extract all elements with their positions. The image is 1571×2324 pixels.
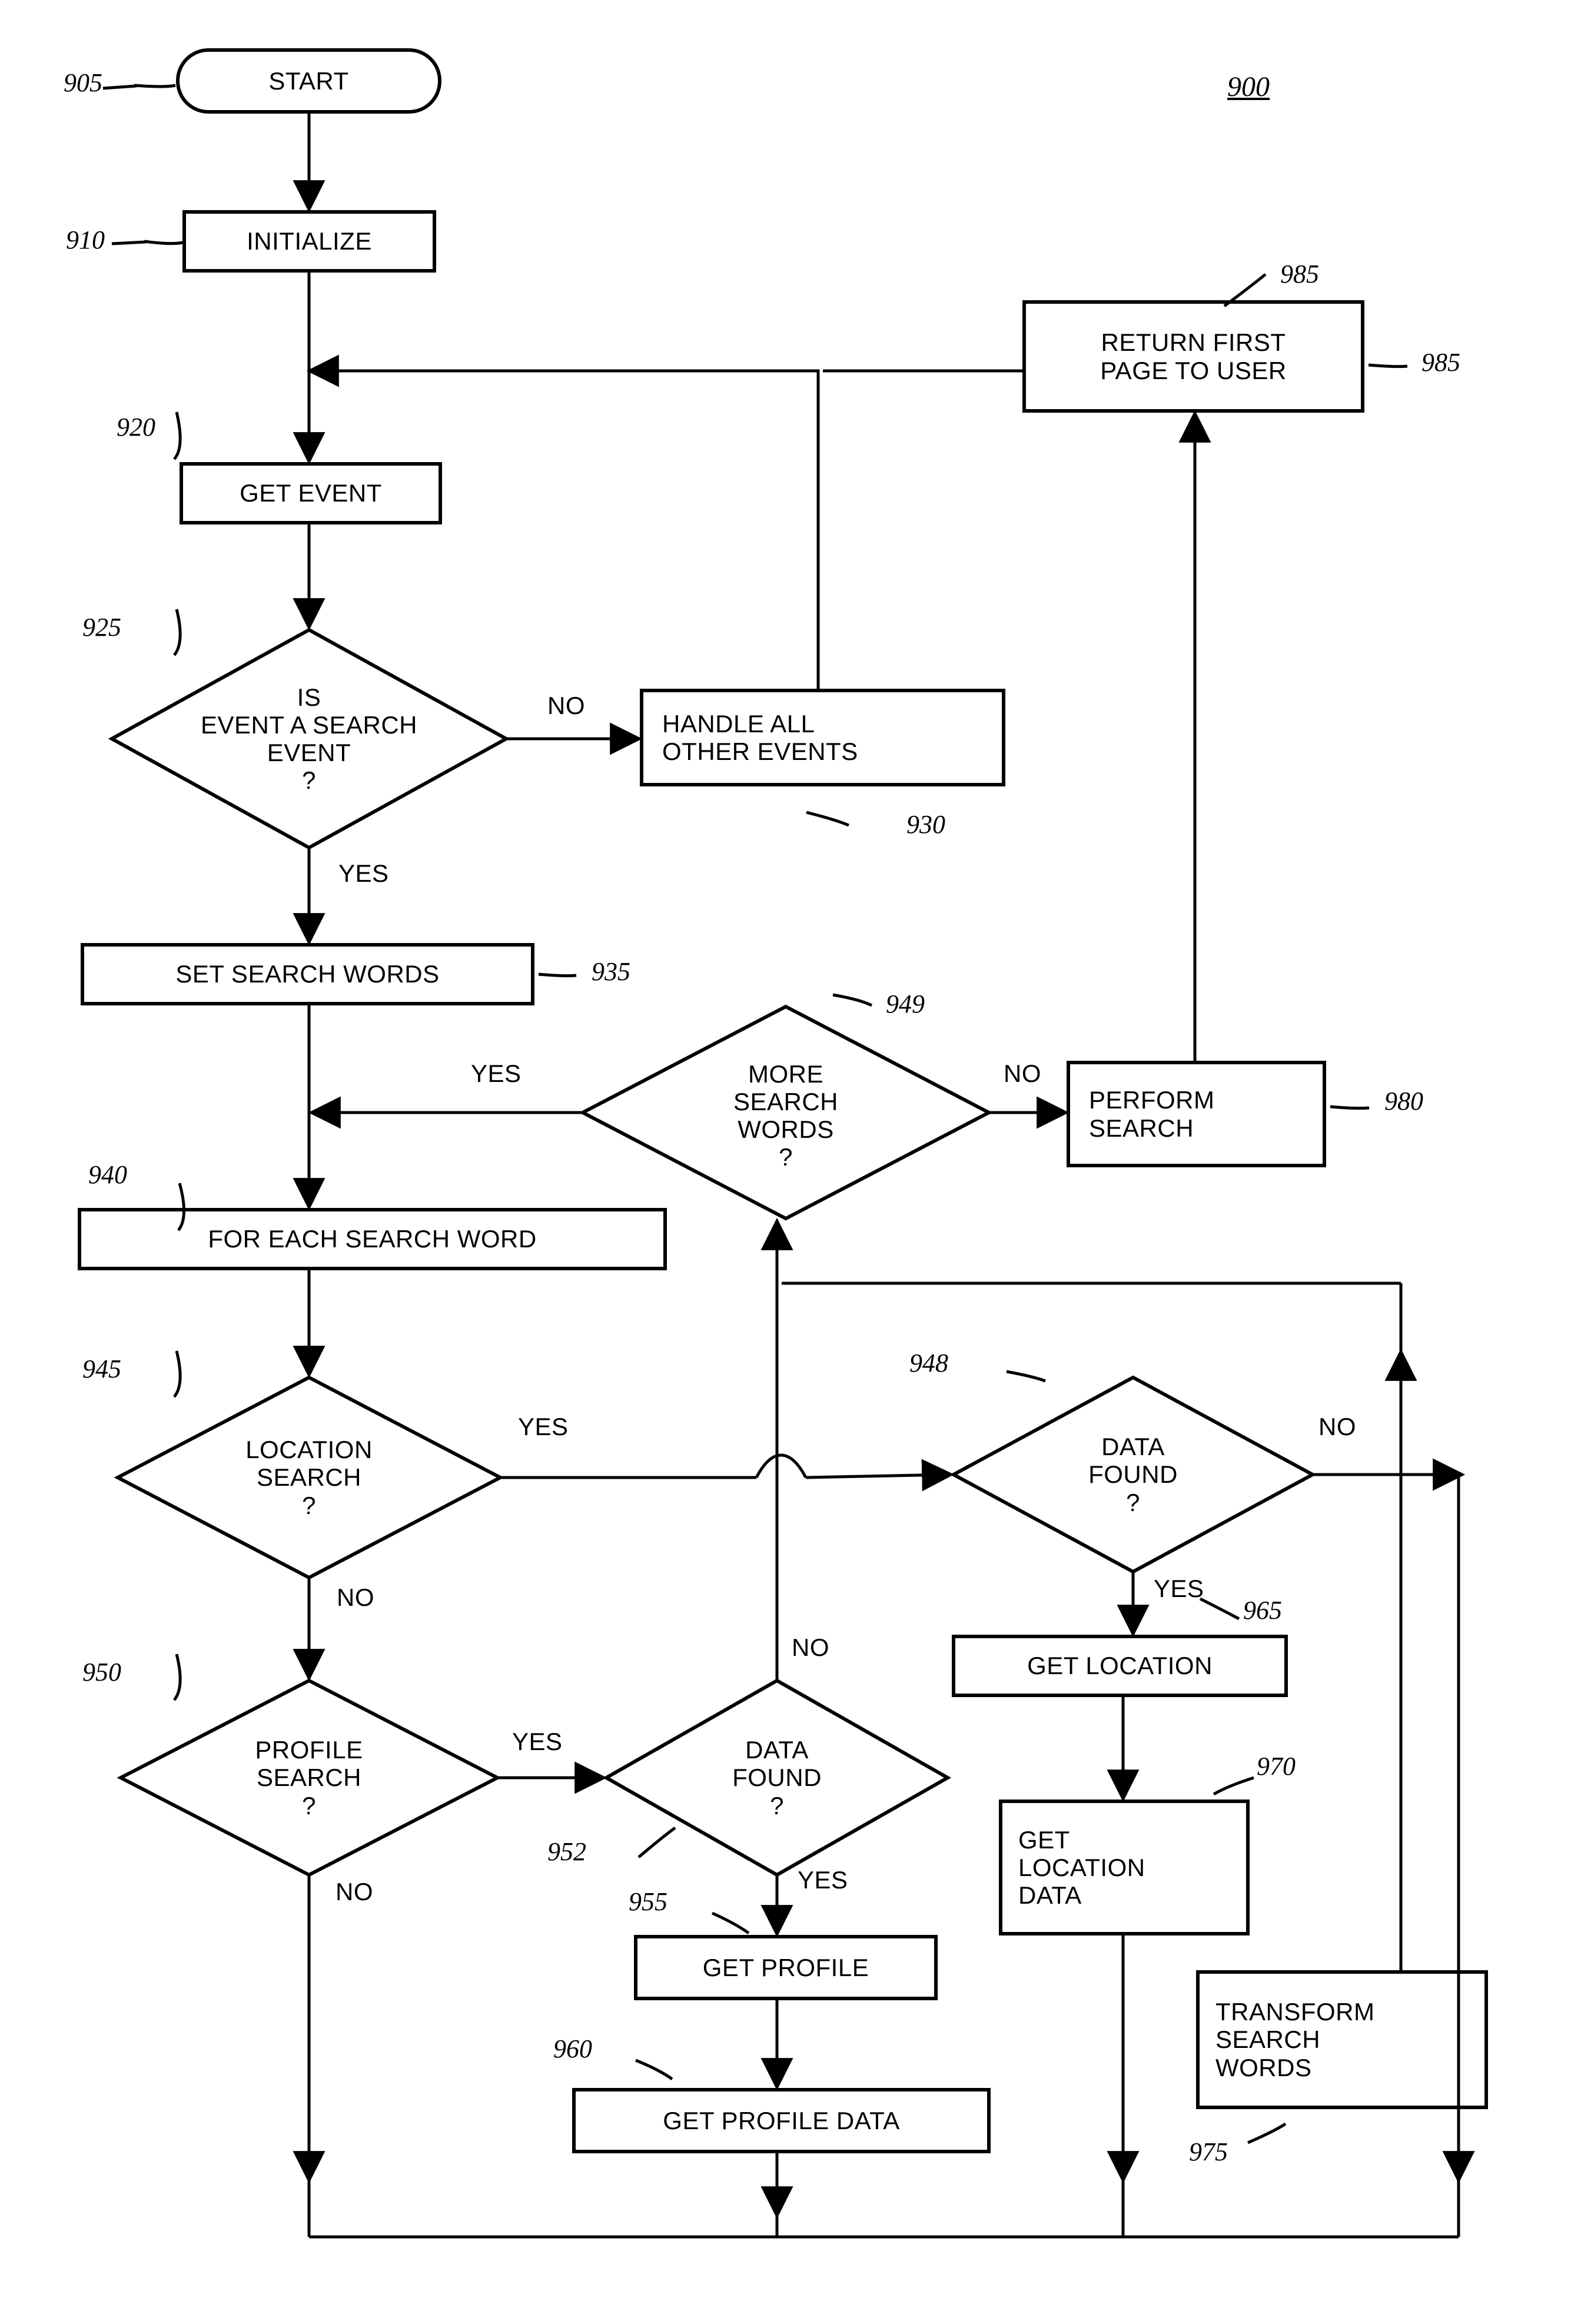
leader-910b bbox=[111, 240, 147, 245]
shape-more-search-words bbox=[579, 1004, 993, 1221]
ref-960: 960 bbox=[553, 2034, 592, 2063]
leader-920 bbox=[173, 411, 182, 460]
ref-975: 975 bbox=[1189, 2137, 1228, 2166]
leader-975 bbox=[1247, 2122, 1287, 2144]
leader-945 bbox=[172, 1350, 182, 1398]
ref-940: 940 bbox=[88, 1160, 127, 1189]
leader-985b bbox=[1368, 363, 1408, 368]
shape-data-found-location bbox=[949, 1375, 1317, 1574]
shape-get-profile-data bbox=[572, 2088, 991, 2153]
leader-940 bbox=[177, 1183, 185, 1231]
edge-label-data-found-loc-no: NO bbox=[1318, 1413, 1356, 1440]
ref-955: 955 bbox=[629, 1887, 667, 1916]
shape-handle-other-events bbox=[640, 689, 1005, 786]
edge-label-profile-yes: YES bbox=[512, 1728, 563, 1755]
shape-initialize bbox=[182, 210, 436, 273]
shape-get-profile bbox=[634, 1935, 938, 2000]
leader-905b bbox=[102, 84, 137, 90]
edge-location-yes-2 bbox=[805, 1459, 955, 1492]
ref-970: 970 bbox=[1257, 1752, 1296, 1781]
edge-label-data-found-loc-yes: YES bbox=[1154, 1575, 1204, 1602]
leader-970 bbox=[1213, 1776, 1254, 1796]
edge-label-profile-no: NO bbox=[336, 1878, 373, 1905]
shape-location-search bbox=[114, 1375, 504, 1580]
ref-948: 948 bbox=[909, 1349, 948, 1377]
edge-label-more-yes: YES bbox=[471, 1060, 522, 1087]
edge-jump-hop bbox=[755, 1453, 808, 1479]
leader-948 bbox=[1006, 1370, 1046, 1383]
edge-label-is-search-yes: YES bbox=[338, 859, 389, 887]
shape-set-search-words bbox=[81, 943, 534, 1005]
ref-980: 980 bbox=[1384, 1087, 1423, 1115]
shape-data-found-profile bbox=[602, 1678, 952, 1877]
ref-910: 910 bbox=[66, 225, 105, 254]
ref-925: 925 bbox=[82, 613, 121, 642]
leader-949 bbox=[832, 993, 873, 1007]
edge-label-data-found-prof-no: NO bbox=[792, 1634, 829, 1661]
shape-profile-search bbox=[117, 1678, 501, 1877]
shape-return-first-page bbox=[1022, 300, 1364, 413]
leader-952 bbox=[637, 1826, 676, 1858]
ref-985-right: 985 bbox=[1421, 348, 1460, 377]
edge-handle-merge bbox=[306, 354, 820, 387]
edge-label-location-no: NO bbox=[337, 1583, 374, 1611]
flowchart-canvas: START INITIALIZE GET EVENT IS EVENT A SE… bbox=[0, 0, 1571, 2324]
edge-label-more-no: NO bbox=[1004, 1060, 1041, 1087]
shape-get-event bbox=[180, 462, 442, 524]
leader-960 bbox=[635, 2059, 673, 2081]
flowchart-graphics bbox=[78, 48, 1488, 2239]
leader-910 bbox=[144, 240, 184, 245]
edge-label-is-search-no: NO bbox=[547, 692, 585, 719]
leader-950 bbox=[172, 1654, 182, 1701]
ref-945: 945 bbox=[82, 1354, 121, 1383]
leader-955 bbox=[711, 1911, 750, 1935]
figure-number: 900 bbox=[1227, 71, 1270, 102]
shape-perform-search bbox=[1067, 1061, 1326, 1167]
shape-get-location-data bbox=[999, 1800, 1250, 1935]
shape-transform-search-words bbox=[1196, 1970, 1488, 2109]
leader-905 bbox=[134, 84, 176, 88]
ref-935: 935 bbox=[592, 957, 630, 986]
leader-925 bbox=[172, 609, 182, 656]
edge-label-location-yes: YES bbox=[518, 1413, 569, 1440]
ref-952: 952 bbox=[547, 1837, 586, 1866]
shape-get-location bbox=[952, 1635, 1288, 1697]
leader-935 bbox=[538, 972, 577, 978]
shape-for-each-search-word bbox=[78, 1208, 667, 1270]
ref-950: 950 bbox=[82, 1658, 121, 1686]
ref-930: 930 bbox=[906, 810, 945, 839]
ref-905: 905 bbox=[64, 68, 102, 97]
ref-965: 965 bbox=[1243, 1596, 1282, 1625]
shape-start bbox=[176, 48, 441, 114]
ref-920: 920 bbox=[117, 413, 155, 441]
ref-985-top: 985 bbox=[1280, 260, 1319, 288]
leader-965 bbox=[1199, 1597, 1240, 1621]
edge-label-data-found-prof-yes: YES bbox=[798, 1866, 848, 1894]
ref-949: 949 bbox=[886, 990, 925, 1018]
shape-is-search-event bbox=[108, 628, 510, 850]
leader-980 bbox=[1330, 1105, 1370, 1110]
leader-930 bbox=[806, 811, 849, 827]
